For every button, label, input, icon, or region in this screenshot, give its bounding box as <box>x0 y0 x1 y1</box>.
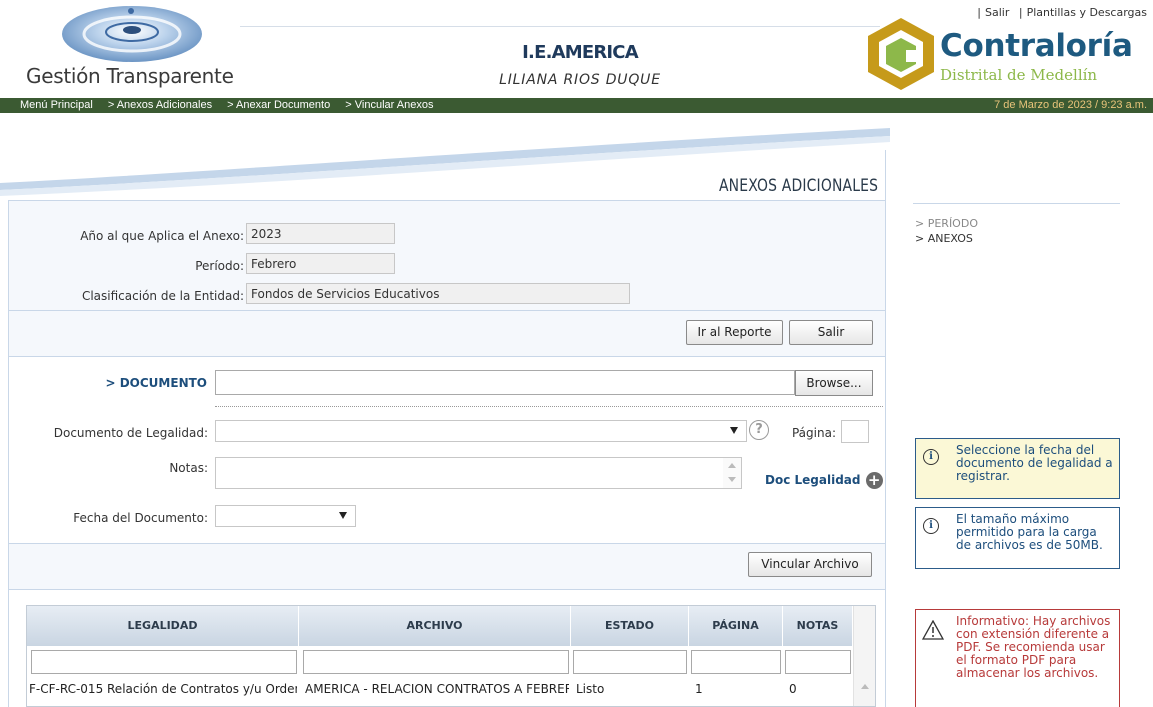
filter-notas-input[interactable] <box>785 650 851 674</box>
column-header-notas[interactable]: NOTAS <box>783 606 853 646</box>
textarea-scrollbar[interactable] <box>723 458 741 488</box>
info-icon: i <box>923 449 939 465</box>
fecha-select[interactable] <box>215 505 356 527</box>
vincular-archivo-button[interactable]: Vincular Archivo <box>748 552 872 577</box>
column-header-legalidad[interactable]: LEGALIDAD <box>27 606 299 646</box>
clasificacion-label: Clasificación de la Entidad: <box>81 289 244 303</box>
note-text: Informativo: Hay archivos con extensión … <box>956 614 1111 680</box>
size-info-note: i El tamaño máximo permitido para la car… <box>915 507 1120 569</box>
column-header-archivo[interactable]: ARCHIVO <box>299 606 571 646</box>
contraloria-logo-icon <box>868 18 934 90</box>
documento-label: > DOCUMENTO <box>105 376 207 390</box>
help-icon[interactable]: ? <box>749 420 769 440</box>
table-cell-archivo[interactable]: AMERICA - RELACION CONTRATOS A FEBRERO <box>305 682 569 696</box>
warning-icon <box>922 620 944 640</box>
breadcrumb-vincular-anexos[interactable]: > Vincular Anexos <box>345 99 433 111</box>
sidebar-item-periodo[interactable]: > PERÍODO <box>915 217 978 230</box>
fecha-label: Fecha del Documento: <box>73 511 208 525</box>
page-title: ANEXOS ADICIONALES <box>718 176 878 196</box>
sidebar-item-anexos[interactable]: > ANEXOS <box>915 232 973 245</box>
user-name: LILIANA RIOS DUQUE <box>499 72 661 88</box>
panel-border-right <box>885 150 886 707</box>
sidebar-divider <box>913 203 1120 204</box>
breadcrumb: Menú Principal > Anexos Adicionales > An… <box>20 99 445 111</box>
note-text: El tamaño máximo permitido para la carga… <box>956 512 1103 552</box>
breadcrumb-menu-principal[interactable]: Menú Principal <box>20 99 93 111</box>
notas-label: Notas: <box>169 461 208 475</box>
panel-border-left <box>8 200 9 707</box>
breadcrumb-anexar-documento[interactable]: > Anexar Documento <box>227 99 330 111</box>
fecha-info-note: i Seleccione la fecha del documento de l… <box>915 438 1120 499</box>
filter-pagina-input[interactable] <box>691 650 781 674</box>
header-divider <box>240 26 880 27</box>
table-scrollbar[interactable] <box>853 606 875 706</box>
divider <box>9 543 885 544</box>
doc-legalidad-label: Doc Legalidad <box>765 473 861 487</box>
table-cell-pagina[interactable]: 1 <box>695 682 775 696</box>
legalidad-select[interactable] <box>215 420 747 442</box>
divider <box>9 200 885 201</box>
filter-legalidad-input[interactable] <box>31 650 297 674</box>
pagina-label: Página: <box>791 426 836 440</box>
table-cell-estado[interactable]: Listo <box>576 682 686 696</box>
salir-link[interactable]: Salir <box>985 6 1009 19</box>
brand-name: Contraloría <box>940 28 1133 64</box>
periodo-label: Período: <box>195 259 244 273</box>
divider <box>9 589 885 590</box>
pdf-warning-note: Informativo: Hay archivos con extensión … <box>915 609 1120 707</box>
chevron-down-icon <box>730 427 738 434</box>
anio-field: 2023 <box>246 223 395 244</box>
brand-subtitle: Distrital de Medellín <box>940 66 1098 84</box>
ir-reporte-button[interactable]: Ir al Reporte <box>686 320 783 345</box>
file-path-input[interactable] <box>215 370 795 395</box>
filter-estado-input[interactable] <box>573 650 687 674</box>
doc-legalidad-link[interactable]: Doc Legalidad + <box>765 472 883 489</box>
clasificacion-field: Fondos de Servicios Educativos <box>246 283 630 304</box>
logo-text: Gestión Transparente <box>26 64 234 88</box>
filter-archivo-input[interactable] <box>303 650 569 674</box>
column-header-pagina[interactable]: PÁGINA <box>689 606 783 646</box>
table-cell-legalidad[interactable]: F-CF-RC-015 Relación de Contratos y/u Or… <box>29 682 297 696</box>
scroll-up-icon <box>728 463 736 468</box>
breadcrumb-anexos-adicionales[interactable]: > Anexos Adicionales <box>108 99 212 111</box>
scroll-up-icon <box>861 684 869 689</box>
browse-button[interactable]: Browse... <box>795 370 873 396</box>
datetime: 7 de Marzo de 2023 / 9:23 a.m. <box>994 99 1147 111</box>
pagina-input[interactable] <box>841 420 869 443</box>
chevron-down-icon <box>339 512 347 519</box>
anio-label: Año al que Aplica el Anexo: <box>80 229 244 243</box>
info-icon: i <box>923 518 939 534</box>
table-cell-notas[interactable]: 0 <box>789 682 839 696</box>
notas-textarea[interactable] <box>215 457 742 489</box>
anexos-table: LEGALIDAD ARCHIVO ESTADO PÁGINA NOTAS F-… <box>26 605 876 707</box>
scroll-down-icon <box>728 477 736 482</box>
plantillas-link[interactable]: Plantillas y Descargas <box>1027 6 1147 19</box>
nav-bar: Menú Principal > Anexos Adicionales > An… <box>0 98 1153 113</box>
add-icon[interactable]: + <box>865 472 883 489</box>
entity-name: I.E.AMERICA <box>522 42 639 63</box>
periodo-field: Febrero <box>246 253 395 274</box>
legalidad-label: Documento de Legalidad: <box>53 426 208 440</box>
dotted-divider <box>215 406 883 407</box>
note-text: Seleccione la fecha del documento de leg… <box>956 443 1113 483</box>
column-header-estado[interactable]: ESTADO <box>571 606 689 646</box>
top-links: | Salir | Plantillas y Descargas <box>977 6 1147 19</box>
salir-button[interactable]: Salir <box>789 320 873 345</box>
divider <box>9 310 885 311</box>
divider <box>9 356 885 357</box>
